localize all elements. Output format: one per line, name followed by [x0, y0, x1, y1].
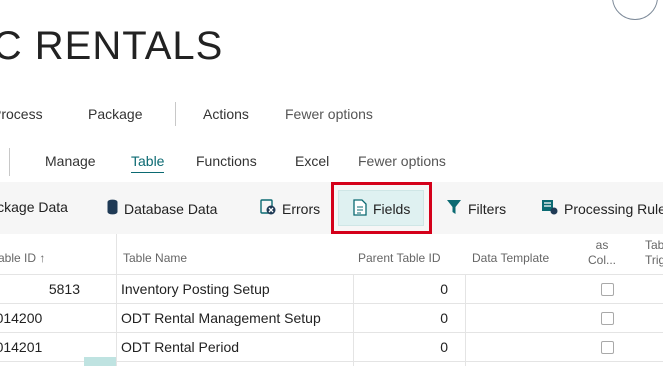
- action-actions[interactable]: Actions: [203, 106, 249, 122]
- cell-parent-table-id[interactable]: 0: [360, 339, 448, 355]
- database-data-label: Database Data: [124, 200, 218, 217]
- tab-row: Manage Table Functions Excel Fewer optio…: [0, 146, 663, 180]
- package-data-label: Package Data: [0, 199, 68, 215]
- grid-column-divider: [465, 274, 466, 366]
- col-table-id[interactable]: Table ID ↑: [0, 251, 45, 265]
- action-bar: Process Package Actions Fewer options: [0, 98, 663, 132]
- app-frame: SIC RENTALS Process Package Actions Fewe…: [0, 0, 663, 366]
- grid-line: [0, 303, 663, 304]
- col-parent-table-id[interactable]: Parent Table ID: [358, 251, 441, 265]
- processing-rules-label: Processing Rules: [564, 200, 663, 217]
- action-process[interactable]: Process: [0, 106, 43, 122]
- table-header: Table ID ↑ Table Name Parent Table ID Da…: [0, 234, 663, 274]
- tab-manage[interactable]: Manage: [45, 153, 96, 169]
- action-fewer-options[interactable]: Fewer options: [285, 106, 373, 122]
- action-bar-divider: [175, 102, 176, 126]
- filters-button[interactable]: Filters: [446, 199, 506, 218]
- cell-parent-table-id[interactable]: 0: [360, 281, 448, 297]
- cell-table-id[interactable]: 5813: [0, 281, 80, 297]
- fields-highlight-box: [331, 182, 432, 234]
- errors-label: Errors: [282, 200, 321, 217]
- tab-functions[interactable]: Functions: [196, 153, 257, 169]
- grid-line: [0, 332, 663, 333]
- package-data-button[interactable]: Package Data: [0, 199, 68, 215]
- checkbox[interactable]: [601, 283, 614, 296]
- cell-table-name[interactable]: ODT Rental Period: [121, 339, 239, 355]
- row-selector-stub: [84, 357, 116, 366]
- col-table-trig[interactable]: Table Trig...: [645, 238, 663, 268]
- col-data-template[interactable]: Data Template: [472, 251, 549, 265]
- processing-rules-icon: [541, 199, 558, 218]
- profile-circle-button[interactable]: [612, 0, 658, 20]
- checkbox[interactable]: [601, 341, 614, 354]
- cell-table-name[interactable]: ODT Rental Management Setup: [121, 310, 321, 326]
- col-as-col[interactable]: as Col...: [581, 238, 623, 268]
- action-package[interactable]: Package: [88, 106, 142, 122]
- filter-icon: [446, 199, 462, 218]
- page-title: SIC RENTALS: [0, 24, 224, 69]
- grid-line: [0, 274, 663, 275]
- filters-label: Filters: [468, 200, 507, 217]
- page-title-text: SIC RENTALS: [0, 24, 224, 68]
- col-table-name[interactable]: Table Name: [123, 251, 187, 265]
- grid-column-divider: [353, 274, 354, 366]
- cell-table-id[interactable]: 70014200: [0, 310, 42, 326]
- cell-table-name[interactable]: Inventory Posting Setup: [121, 281, 270, 297]
- tab-excel[interactable]: Excel: [295, 153, 329, 169]
- cell-parent-table-id[interactable]: 0: [360, 310, 448, 326]
- grid-column-divider: [116, 234, 117, 366]
- tab-row-divider: [9, 148, 10, 176]
- tab-fewer-options[interactable]: Fewer options: [358, 153, 446, 169]
- processing-rules-button[interactable]: Processing Rules: [541, 199, 663, 218]
- tab-table[interactable]: Table: [131, 153, 165, 173]
- database-icon: [107, 199, 118, 218]
- cell-table-id[interactable]: 70014201: [0, 339, 42, 355]
- errors-button[interactable]: Errors: [260, 199, 320, 218]
- database-data-button[interactable]: Database Data: [107, 199, 217, 218]
- checkbox[interactable]: [601, 312, 614, 325]
- errors-icon: [260, 199, 276, 218]
